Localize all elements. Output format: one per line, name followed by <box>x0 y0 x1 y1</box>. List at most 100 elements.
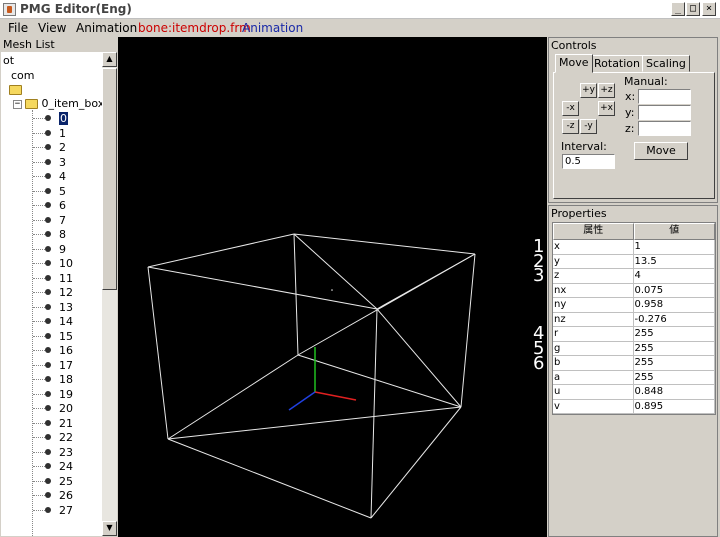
minimize-button[interactable]: _ <box>671 2 685 16</box>
property-row[interactable]: nx 0.075 <box>553 283 715 298</box>
mesh-bullet-icon <box>45 506 51 513</box>
tree-node-com[interactable]: com <box>11 69 35 82</box>
controls-panel: Controls Move Rotation Scaling +y +z -x … <box>548 37 718 203</box>
tab-scaling[interactable]: Scaling <box>642 55 690 72</box>
property-row[interactable]: g 255 <box>553 341 715 356</box>
mesh-item[interactable]: 19 <box>59 388 73 401</box>
tab-rotation[interactable]: Rotation <box>590 55 645 72</box>
property-value[interactable]: 255 <box>633 356 715 371</box>
property-value[interactable]: 255 <box>633 370 715 385</box>
mesh-item[interactable]: 26 <box>59 489 73 502</box>
mesh-item[interactable]: 4 <box>59 170 66 183</box>
properties-table: 属性 値 x 1 y 13.5 z 4 nx 0.075 ny 0.958 nz -0.276 r 255… <box>552 222 716 415</box>
mesh-item[interactable]: 18 <box>59 373 73 386</box>
property-row[interactable]: nz -0.276 <box>553 312 715 327</box>
property-value[interactable]: -0.276 <box>633 312 715 327</box>
manual-y-input[interactable] <box>638 105 691 120</box>
tree-folder-item-box[interactable]: 0_item_box <box>25 97 102 110</box>
menu-bar: File View Animation bone:itemdrop.frm An… <box>0 19 720 37</box>
mesh-tree[interactable]: ot com − 0_item_box 0 1 2 3 4 5 6 7 8 9 10 11 12 13 14… <box>1 52 102 536</box>
property-row[interactable]: r 255 <box>553 327 715 342</box>
mesh-item[interactable]: 25 <box>59 475 73 488</box>
property-row[interactable]: z4 <box>553 269 715 284</box>
property-row[interactable]: y 13.5 <box>553 254 715 269</box>
property-row[interactable]: v 0.895 <box>553 399 715 414</box>
property-value[interactable]: 4 <box>633 269 715 284</box>
3d-viewport[interactable] <box>118 37 547 537</box>
mesh-item[interactable]: 17 <box>59 359 73 372</box>
mesh-item[interactable]: 13 <box>59 301 73 314</box>
mesh-item[interactable]: 27 <box>59 504 73 517</box>
property-value[interactable]: 255 <box>633 327 715 342</box>
property-value[interactable]: 0.895 <box>633 399 715 414</box>
close-button[interactable]: × <box>702 2 716 16</box>
scroll-down-icon[interactable]: ▼ <box>102 521 117 536</box>
property-row[interactable]: u 0.848 <box>553 385 715 400</box>
header-attribute[interactable]: 属性 <box>553 223 634 240</box>
collapse-icon[interactable]: − <box>13 100 22 109</box>
menu-view[interactable]: View <box>38 21 66 35</box>
manual-x-input[interactable] <box>638 89 691 104</box>
property-row[interactable]: x1 <box>553 240 715 255</box>
menu-animation[interactable]: Animation <box>76 21 137 35</box>
mesh-item[interactable]: 7 <box>59 214 66 227</box>
mesh-item[interactable]: 6 <box>59 199 66 212</box>
mesh-item[interactable]: 8 <box>59 228 66 241</box>
header-value[interactable]: 値 <box>633 223 715 240</box>
property-value[interactable]: 13.5 <box>633 254 715 269</box>
mesh-item[interactable]: 3 <box>59 156 66 169</box>
property-value[interactable]: 0.075 <box>633 283 715 298</box>
mesh-item[interactable]: 23 <box>59 446 73 459</box>
mesh-item[interactable]: 22 <box>59 431 73 444</box>
move-plus-z-button[interactable]: +z <box>598 83 615 98</box>
property-value[interactable]: 255 <box>633 341 715 356</box>
wire-edge <box>167 406 462 440</box>
mesh-item[interactable]: 5 <box>59 185 66 198</box>
menu-file[interactable]: File <box>8 21 28 35</box>
mesh-bullet-icon <box>45 129 51 136</box>
property-row[interactable]: a 255 <box>553 370 715 385</box>
move-minus-z-button[interactable]: -z <box>562 119 579 134</box>
mesh-item[interactable]: 15 <box>59 330 73 343</box>
tree-folder-root[interactable] <box>9 83 22 96</box>
mesh-item[interactable]: 11 <box>59 272 73 285</box>
mesh-item[interactable]: 9 <box>59 243 66 256</box>
menu-animation-2[interactable]: Animation <box>242 21 303 35</box>
scroll-thumb[interactable] <box>102 68 117 290</box>
manual-z-input[interactable] <box>638 121 691 136</box>
annotation-3: 3 <box>533 265 545 286</box>
mesh-bullet-icon <box>45 202 51 208</box>
interval-input[interactable]: 0.5 <box>562 154 615 169</box>
property-value[interactable]: 0.958 <box>633 298 715 313</box>
tree-guide-line <box>33 466 45 467</box>
move-plus-x-button[interactable]: +x <box>598 101 615 116</box>
mesh-item[interactable]: 12 <box>59 286 73 299</box>
wire-edge <box>460 253 476 408</box>
mesh-item[interactable]: 14 <box>59 315 73 328</box>
move-button[interactable]: Move <box>634 142 688 160</box>
menu-bone-file[interactable]: bone:itemdrop.frm <box>138 21 251 35</box>
mesh-item[interactable]: 1 <box>59 127 66 140</box>
property-row[interactable]: ny 0.958 <box>553 298 715 313</box>
mesh-item[interactable]: 24 <box>59 460 73 473</box>
tree-root[interactable]: ot <box>3 54 14 67</box>
mesh-bullet-icon <box>45 361 51 368</box>
mesh-item[interactable]: 10 <box>59 257 73 270</box>
maximize-button[interactable]: □ <box>686 2 700 16</box>
move-minus-y-button[interactable]: -y <box>580 119 597 134</box>
mesh-item[interactable]: 20 <box>59 402 73 415</box>
mesh-list-scrollbar[interactable]: ▲ ▼ <box>102 52 117 536</box>
mesh-item[interactable]: 0 <box>59 112 68 125</box>
mesh-item[interactable]: 2 <box>59 141 66 154</box>
property-key: x <box>553 240 634 255</box>
property-value[interactable]: 1 <box>633 240 715 255</box>
scroll-up-icon[interactable]: ▲ <box>102 52 117 67</box>
property-value[interactable]: 0.848 <box>633 385 715 400</box>
move-minus-x-button[interactable]: -x <box>562 101 579 116</box>
mesh-item[interactable]: 16 <box>59 344 73 357</box>
mesh-item[interactable]: 21 <box>59 417 73 430</box>
move-plus-y-button[interactable]: +y <box>580 83 597 98</box>
tab-move[interactable]: Move <box>555 54 593 73</box>
property-row[interactable]: b 255 <box>553 356 715 371</box>
tree-guide-line <box>33 161 45 163</box>
